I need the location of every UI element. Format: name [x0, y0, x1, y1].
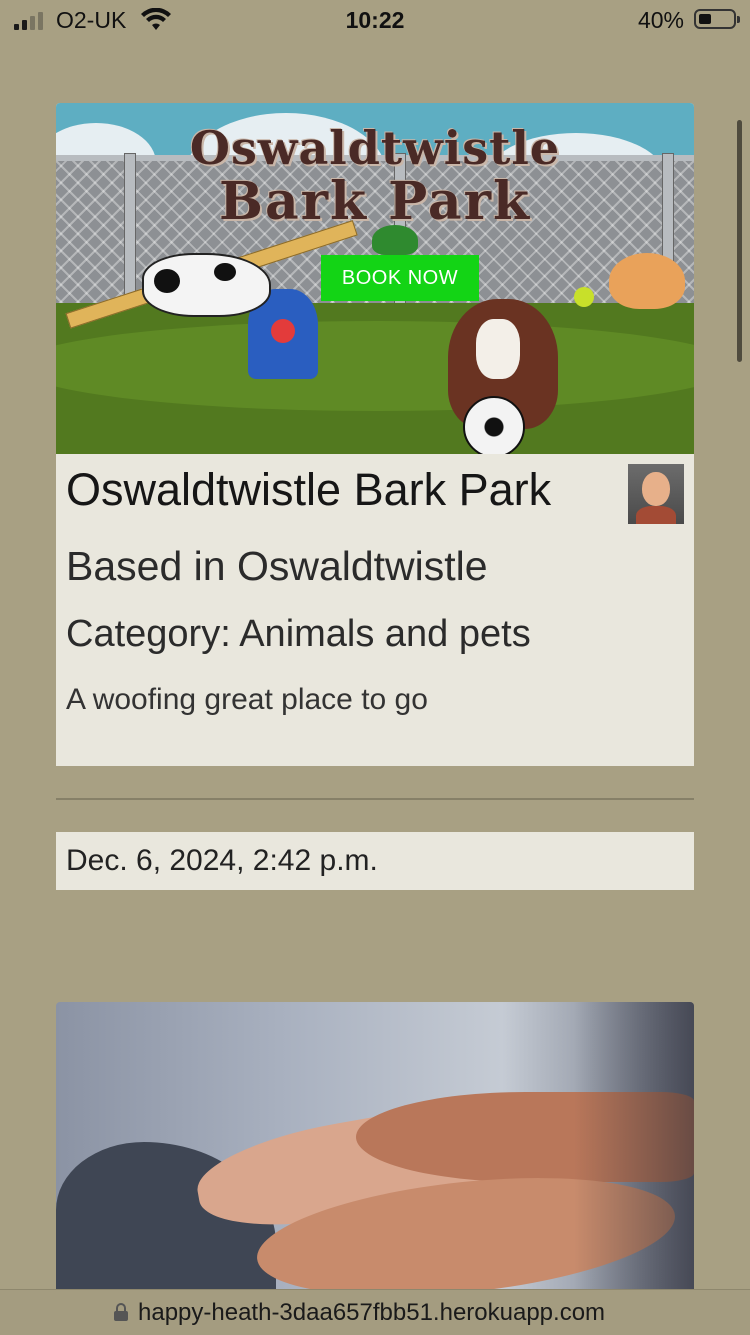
banner-title-line1: Oswaldtwistle	[189, 121, 561, 175]
listing-title[interactable]: Oswaldtwistle Bark Park	[66, 464, 551, 516]
status-bar: O2-UK 10:22 40%	[0, 0, 750, 42]
banner-title-line2: Bark Park	[219, 171, 531, 232]
listing-card-image[interactable]	[56, 1002, 694, 1292]
url-text[interactable]: happy-heath-3daa657fbb51.herokuapp.com	[138, 1299, 605, 1327]
user-avatar[interactable]	[628, 464, 684, 524]
browser-url-bar[interactable]: happy-heath-3daa657fbb51.herokuapp.com	[0, 1289, 750, 1335]
lock-icon	[114, 1303, 128, 1321]
divider	[56, 798, 694, 800]
scrollbar[interactable]	[737, 120, 742, 362]
listing-banner-image[interactable]: Oswaldtwistle Bark Park BOOK NOW	[56, 103, 694, 454]
listing-description: A woofing great place to go	[66, 683, 428, 716]
dog-illustration	[609, 253, 685, 309]
football-icon	[463, 396, 525, 454]
listing-location: Based in Oswaldtwistle	[66, 543, 488, 589]
listing-category: Category: Animals and pets	[66, 613, 531, 655]
battery-icon	[694, 9, 740, 29]
posted-date-box: Dec. 6, 2024, 2:42 p.m.	[56, 832, 694, 890]
posted-date: Dec. 6, 2024, 2:42 p.m.	[66, 844, 378, 877]
dog-illustration	[142, 253, 271, 317]
book-now-button[interactable]: BOOK NOW	[321, 255, 479, 301]
battery-percent: 40%	[637, 7, 684, 33]
listing-card[interactable]: Oswaldtwistle Bark Park BOOK NOW Oswaldt…	[56, 103, 694, 766]
